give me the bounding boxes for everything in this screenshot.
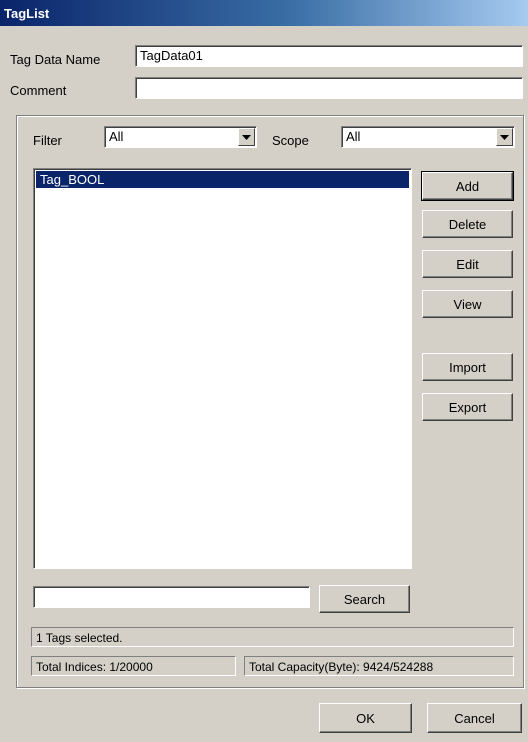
tag-list[interactable]: Tag_BOOL: [33, 168, 412, 569]
comment-label: Comment: [10, 83, 67, 98]
status-selected: 1 Tags selected.: [31, 627, 514, 647]
ok-button[interactable]: OK: [319, 703, 412, 733]
scope-dropdown-value: All: [346, 129, 361, 144]
status-total-indices: Total Indices: 1/20000: [31, 656, 236, 676]
chevron-down-icon[interactable]: [496, 128, 513, 146]
import-button[interactable]: Import: [422, 353, 513, 381]
scope-label: Scope: [272, 133, 309, 148]
cancel-button[interactable]: Cancel: [427, 703, 522, 733]
filter-dropdown-value: All: [109, 129, 124, 144]
chevron-down-icon[interactable]: [238, 128, 255, 146]
scope-dropdown[interactable]: All: [341, 126, 515, 148]
status-total-capacity: Total Capacity(Byte): 9424/524288: [244, 656, 514, 676]
search-button[interactable]: Search: [319, 585, 410, 613]
title-bar[interactable]: TagList: [0, 0, 528, 26]
view-button[interactable]: View: [422, 290, 513, 318]
comment-input[interactable]: [135, 77, 523, 99]
tag-data-name-input[interactable]: TagData01: [135, 45, 523, 67]
tag-data-name-label: Tag Data Name: [10, 52, 101, 67]
export-button[interactable]: Export: [422, 393, 513, 421]
delete-button[interactable]: Delete: [422, 210, 513, 238]
filter-label: Filter: [33, 133, 62, 148]
list-item[interactable]: Tag_BOOL: [36, 171, 409, 188]
filter-dropdown[interactable]: All: [104, 126, 257, 148]
add-button[interactable]: Add: [421, 171, 514, 201]
search-input[interactable]: [33, 586, 310, 608]
window-title: TagList: [4, 6, 50, 21]
edit-button[interactable]: Edit: [422, 250, 513, 278]
